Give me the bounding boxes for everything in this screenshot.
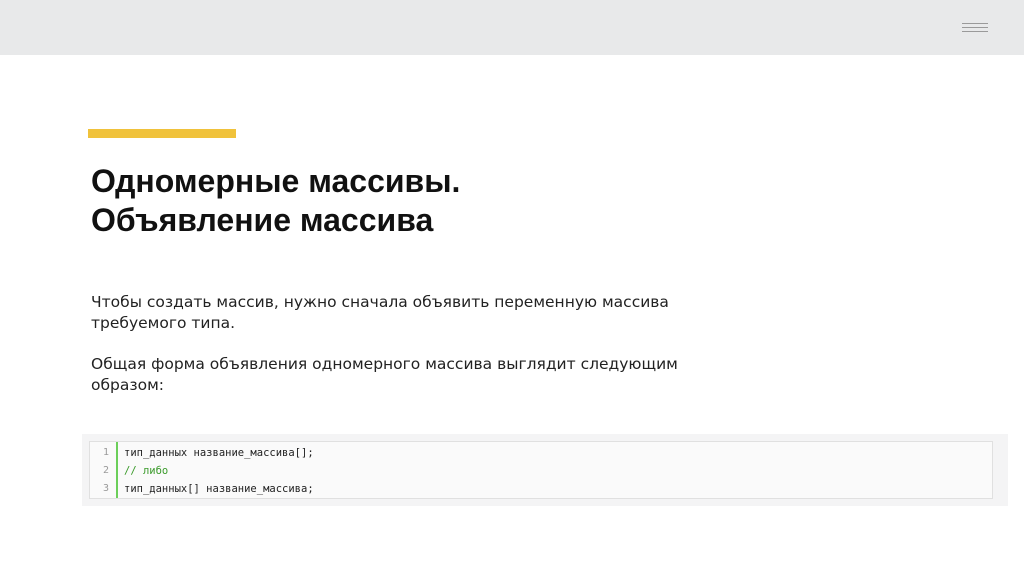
paragraph-general-form-line-2: образом: — [91, 376, 165, 394]
line-number: 3 — [102, 483, 109, 494]
code-lines: тип_данных название_массива[]; // либо т… — [124, 444, 314, 498]
line-number: 2 — [102, 465, 109, 476]
slide: Одномерные массивы. Объявление массива Ч… — [0, 0, 1024, 576]
code-comment-line: // либо — [124, 465, 169, 477]
code-line: тип_данных название_массива[]; — [124, 447, 314, 459]
line-number: 1 — [102, 447, 109, 458]
paragraph-general-form: Общая форма объявления одномерного масси… — [91, 354, 691, 396]
line-number-gutter: 1 2 3 — [90, 442, 118, 498]
paragraph-general-form-line-1: Общая форма объявления одномерного масси… — [91, 355, 678, 373]
accent-bar — [88, 129, 236, 138]
slide-title: Одномерные массивы. Объявление массива — [91, 162, 791, 240]
slide-title-line-2: Объявление массива — [91, 202, 434, 238]
code-block[interactable]: 1 2 3 тип_данных название_массива[]; // … — [89, 441, 993, 499]
code-block-container: 1 2 3 тип_данных название_массива[]; // … — [82, 434, 1008, 506]
paragraph-intro: Чтобы создать массив, нужно сначала объя… — [91, 292, 691, 334]
top-bar — [0, 0, 1024, 55]
paragraph-intro-line-2: требуемого типа. — [91, 314, 236, 332]
menu-icon[interactable] — [962, 23, 988, 34]
code-line: тип_данных[] название_массива; — [124, 483, 314, 495]
slide-title-line-1: Одномерные массивы. — [91, 163, 461, 199]
paragraph-intro-line-1: Чтобы создать массив, нужно сначала объя… — [91, 293, 669, 311]
